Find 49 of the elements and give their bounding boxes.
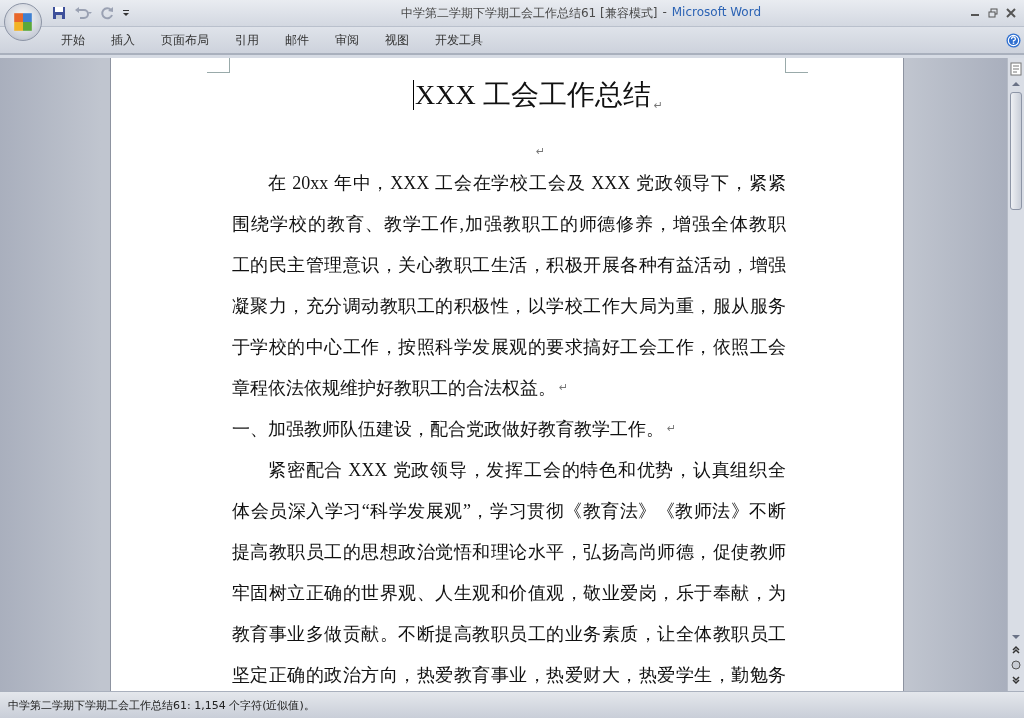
undo-icon[interactable] [74,6,92,20]
scroll-down-icon[interactable] [1011,634,1021,640]
customize-dropdown-icon[interactable] [122,9,130,17]
document-title: XXX 工会工作总结 [415,78,651,112]
ribbon-tab[interactable]: 页面布局 [161,28,209,52]
ribbon-tab[interactable]: 邮件 [285,28,309,52]
paragraph-mark: ↵ [559,379,569,396]
next-page-icon[interactable] [1011,675,1021,685]
office-logo-icon [12,11,34,33]
close-icon[interactable] [1006,8,1016,18]
text-cursor [413,80,415,110]
browse-object-icon[interactable] [1011,660,1021,670]
window-title: 中学第二学期下学期工会工作总结61 [兼容模式] [400,4,658,22]
body-text-line: 体会员深入学习“科学发展观”，学习贯彻《教育法》《教师法》不断 [232,499,786,522]
ribbon-tab[interactable]: 审阅 [335,28,359,52]
help-icon[interactable] [1006,32,1021,48]
body-text-line: 紧密配合 XXX 党政领导，发挥工会的特色和优势，认真组织全 [268,458,786,481]
margin-corner-mark [785,58,808,73]
body-text-line: 围绕学校的教育、教学工作,加强教职工的师德修养，增强全体教职 [232,212,786,235]
body-text-line: 牢固树立正确的世界观、人生观和价值观，敬业爱岗，乐于奉献，为 [232,581,786,604]
paragraph-mark: ↵ [535,145,546,158]
body-text-line: 在 20xx 年中，XXX 工会在学校工会及 XXX 党政领导下，紧紧 [268,171,786,194]
title-separator: - [662,4,667,21]
paragraph-mark: ↵ [653,99,663,112]
vertical-scrollbar[interactable] [1007,58,1024,691]
margin-corner-mark [207,58,230,73]
ruler-toggle-icon[interactable] [1010,62,1022,76]
body-text-line: 坚定正确的政治方向，热爱教育事业，热爱财大，热爱学生，勤勉务 [232,663,786,686]
ribbon-tab[interactable]: 视图 [385,28,409,52]
status-text: 中学第二学期下学期工会工作总结61: 1,154 个字符(近似值)。 [8,697,315,713]
body-text-line: 工的民主管理意识，关心教职工生活，积极开展各种有益活动，增强 [232,253,786,276]
body-text-line: 凝聚力，充分调动教职工的积极性，以学校工作大局为重，服从服务 [232,294,786,317]
previous-page-icon[interactable] [1011,645,1021,655]
paragraph-mark: ↵ [667,420,677,437]
ribbon-tab[interactable]: 开始 [61,28,85,52]
app-name: Microsoft Word [671,4,762,21]
ribbon-tab[interactable]: 插入 [111,28,135,52]
scroll-up-icon[interactable] [1011,81,1021,87]
body-text-line: 提高教职员工的思想政治觉悟和理论水平，弘扬高尚师德，促使教师 [232,540,786,563]
section-heading: 一、加强教师队伍建设，配合党政做好教育教学工作。 [232,417,664,440]
ribbon-tab[interactable]: 引用 [235,28,259,52]
body-text-line: 章程依法依规维护好教职工的合法权益。 [232,376,556,399]
body-text-line: 于学校的中心工作，按照科学发展观的要求搞好工会工作，依照工会 [232,335,786,358]
save-icon[interactable] [52,6,66,20]
scrollbar-thumb[interactable] [1010,92,1022,210]
restore-icon[interactable] [988,8,998,18]
redo-icon[interactable] [100,6,114,20]
body-text-line: 教育事业多做贡献。不断提高教职员工的业务素质，让全体教职员工 [232,622,786,645]
ribbon-tab[interactable]: 开发工具 [435,28,483,52]
